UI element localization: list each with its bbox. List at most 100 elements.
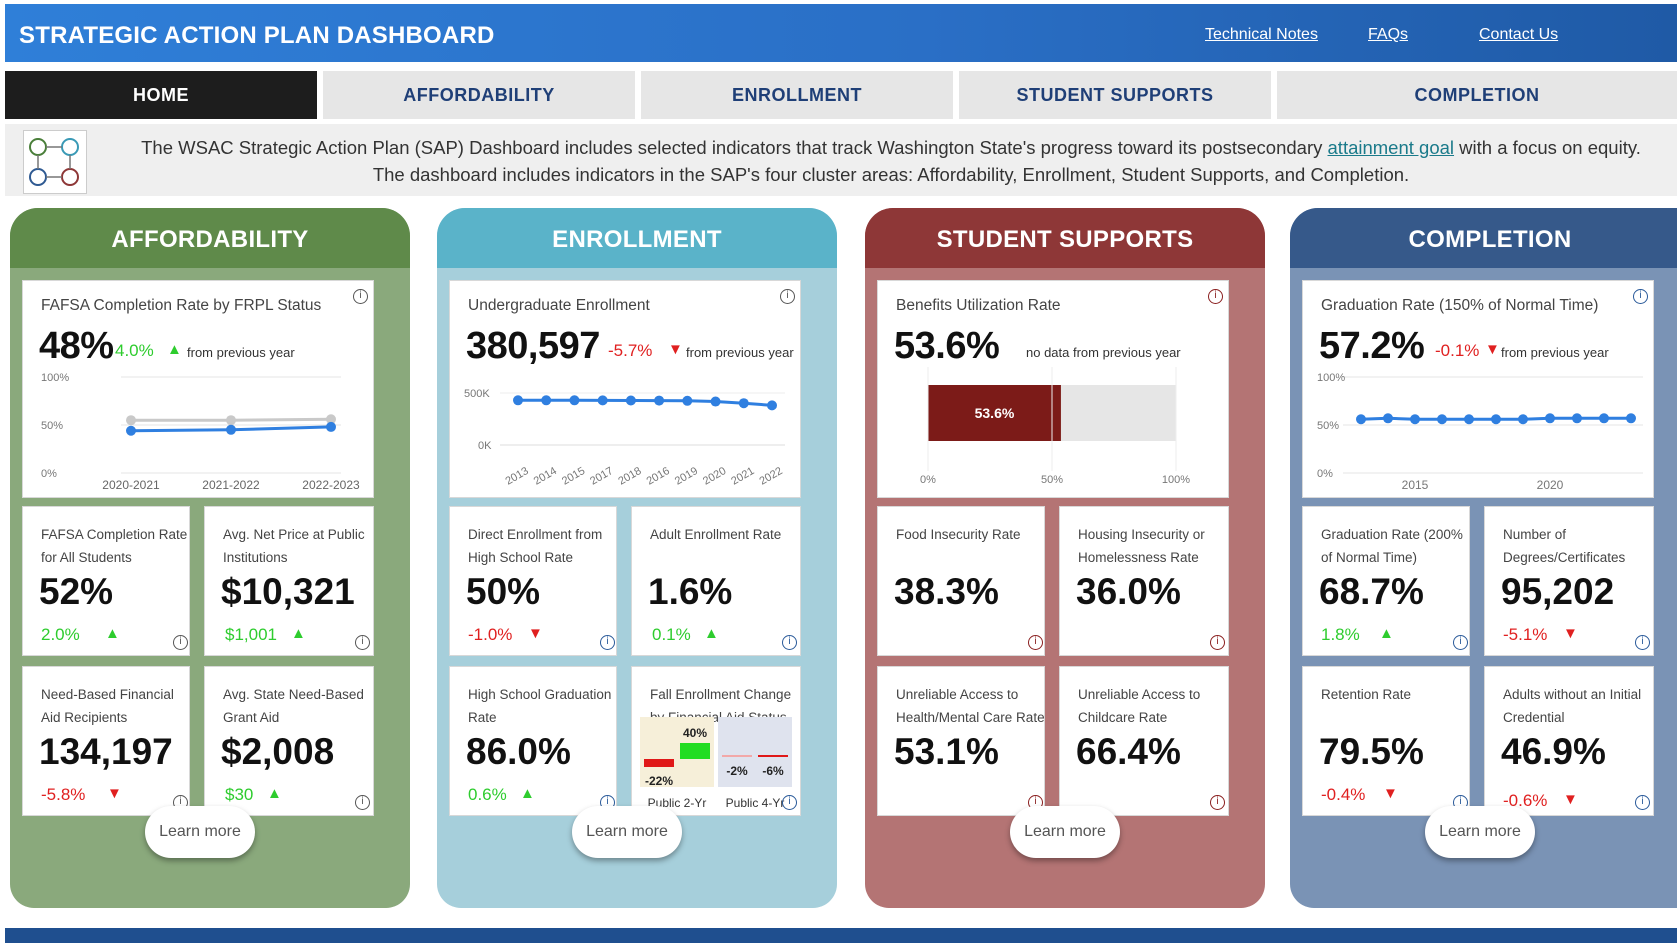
info-icon[interactable]: i (1210, 635, 1225, 650)
card-change: -5.7% (608, 341, 653, 360)
series-line (518, 398, 773, 407)
affordability-learn-more-button[interactable]: Learn more (145, 806, 255, 858)
y-tick-label: 100% (1317, 372, 1345, 384)
up-arrow-icon: ▲ (1379, 625, 1394, 642)
info-icon[interactable]: i (1210, 795, 1225, 810)
tab-home[interactable]: HOME (5, 71, 317, 119)
info-icon[interactable]: i (353, 289, 368, 304)
info-icon[interactable]: i (780, 289, 795, 304)
card-change: 4.0% (115, 341, 154, 360)
intro-text: The WSAC Strategic Action Plan (SAP) Das… (101, 134, 1677, 188)
intro-line2: The dashboard includes indicators in the… (372, 164, 1410, 185)
card-label: Food Insecurity Rate (896, 527, 1021, 542)
contact-us-link[interactable]: Contact Us (1479, 26, 1558, 44)
need-based-recipients-card[interactable]: Need-Based Financial Aid Recipients 134,… (22, 666, 190, 816)
retention-rate-card[interactable]: Retention Rate 79.5% -0.4% ▼ i (1302, 666, 1470, 816)
undergrad-enrollment-card[interactable]: Undergraduate Enrollment 380,597 -5.7% ▼… (449, 280, 801, 498)
fafsa-frpl-line-chart: 0% 50% 100% 2020-2021 2021-2022 2022-2023 (41, 372, 360, 492)
data-point (767, 400, 777, 411)
card-change: 0.1% (652, 625, 691, 644)
childcare-access-card[interactable]: Unreliable Access to Childcare Rate 66.4… (1059, 666, 1229, 816)
housing-insecurity-card[interactable]: Housing Insecurity or Homelessness Rate … (1059, 506, 1229, 656)
x-tick-label: 2015 (560, 465, 587, 488)
tab-student-supports[interactable]: STUDENT SUPPORTS (959, 71, 1271, 119)
down-arrow-icon: ▼ (1485, 341, 1500, 358)
fafsa-frpl-card[interactable]: FAFSA Completion Rate by FRPL Status 48%… (22, 280, 374, 498)
card-value: 68.7% (1319, 571, 1424, 612)
adults-without-credential-card[interactable]: Adults without an Initial Credential 46.… (1484, 666, 1654, 816)
graduation-rate-card[interactable]: Graduation Rate (150% of Normal Time) 57… (1302, 280, 1654, 498)
bar (758, 755, 788, 757)
card-change: -0.4% (1321, 785, 1366, 804)
card-note: from previous year (187, 345, 295, 360)
info-icon[interactable]: i (355, 795, 370, 810)
adult-enrollment-card[interactable]: Adult Enrollment Rate 1.6% 0.1% ▲ i (631, 506, 801, 656)
faqs-link[interactable]: FAQs (1368, 26, 1408, 44)
info-icon[interactable]: i (1028, 635, 1043, 650)
bar (644, 759, 674, 767)
benefits-utilization-card[interactable]: Benefits Utilization Rate 53.6% no data … (877, 280, 1229, 498)
info-icon[interactable]: i (355, 635, 370, 650)
info-icon[interactable]: i (782, 635, 797, 650)
data-point (625, 395, 636, 406)
affordability-panel: AFFORDABILITY FAFSA Completion Rate by F… (10, 208, 410, 908)
x-tick-label: 0% (920, 474, 936, 486)
info-icon[interactable]: i (1635, 635, 1650, 650)
info-icon[interactable]: i (782, 795, 797, 810)
x-tick-label: 100% (1162, 474, 1190, 486)
x-tick-label: 2020 (701, 465, 728, 488)
card-change: -5.1% (1503, 625, 1548, 644)
data-point (710, 396, 721, 407)
food-insecurity-card[interactable]: Food Insecurity Rate 38.3% i (877, 506, 1045, 656)
x-tick-label: 2020-2021 (102, 478, 160, 492)
y-tick-label: 50% (1317, 420, 1339, 432)
info-icon[interactable]: i (1633, 289, 1648, 304)
info-icon[interactable]: i (1453, 635, 1468, 650)
completion-learn-more-button[interactable]: Learn more (1425, 806, 1535, 858)
info-icon[interactable]: i (173, 635, 188, 650)
technical-notes-link[interactable]: Technical Notes (1205, 26, 1318, 44)
x-tick-label: 2015 (1402, 478, 1429, 492)
info-icon[interactable]: i (1208, 289, 1223, 304)
enrollment-learn-more-button[interactable]: Learn more (572, 806, 682, 858)
x-tick-label: 2021-2022 (202, 478, 260, 492)
x-tick-label: 2014 (532, 465, 559, 488)
direct-enrollment-card[interactable]: Direct Enrollment from High School Rate … (449, 506, 617, 656)
x-tick-label: 2022-2023 (302, 478, 360, 492)
affordability-title: AFFORDABILITY (10, 208, 410, 268)
up-arrow-icon: ▲ (520, 785, 535, 802)
state-grant-card[interactable]: Avg. State Need-Based Grant Aid $2,008 $… (204, 666, 374, 816)
bar (722, 755, 752, 757)
info-icon[interactable]: i (600, 635, 615, 650)
x-tick-label: 2019 (673, 465, 700, 488)
tab-enrollment[interactable]: ENROLLMENT (641, 71, 953, 119)
card-label: Direct Enrollment from High School Rate (468, 527, 603, 565)
x-tick-label: 2016 (645, 465, 672, 488)
net-price-card[interactable]: Avg. Net Price at Public Institutions $1… (204, 506, 374, 656)
card-label: FAFSA Completion Rate by FRPL Status (41, 297, 322, 314)
tab-completion[interactable]: COMPLETION (1277, 71, 1677, 119)
student-supports-learn-more-button[interactable]: Learn more (1010, 806, 1120, 858)
degrees-certificates-card[interactable]: Number of Degrees/Certificates 95,202 -5… (1484, 506, 1654, 656)
fafsa-all-card[interactable]: FAFSA Completion Rate for All Students 5… (22, 506, 190, 656)
data-point (1464, 414, 1474, 425)
card-change: 0.6% (468, 785, 507, 804)
health-care-access-card[interactable]: Unreliable Access to Health/Mental Care … (877, 666, 1045, 816)
graduation-200-card[interactable]: Graduation Rate (200% of Normal Time) 68… (1302, 506, 1470, 656)
data-point (1545, 413, 1555, 424)
card-value: 79.5% (1319, 731, 1424, 772)
hs-graduation-card[interactable]: High School Graduation Rate 86.0% 0.6% ▲… (449, 666, 617, 816)
data-point (597, 395, 608, 406)
fall-enrollment-change-card[interactable]: Fall Enrollment Change by Financial Aid … (631, 666, 801, 816)
info-icon[interactable]: i (1635, 795, 1650, 810)
card-label: Housing Insecurity or Homelessness Rate (1078, 527, 1205, 565)
intro-banner: The WSAC Strategic Action Plan (SAP) Das… (5, 124, 1677, 196)
header-bar: STRATEGIC ACTION PLAN DASHBOARD Technica… (5, 4, 1677, 62)
data-point (226, 424, 236, 435)
card-change: -0.1% (1435, 341, 1480, 360)
y-tick-label: 0% (41, 468, 57, 480)
tab-affordability[interactable]: AFFORDABILITY (323, 71, 635, 119)
y-tick-label: 500K (464, 388, 490, 400)
card-value: 380,597 (466, 325, 600, 367)
attainment-goal-link[interactable]: attainment goal (1328, 137, 1455, 158)
